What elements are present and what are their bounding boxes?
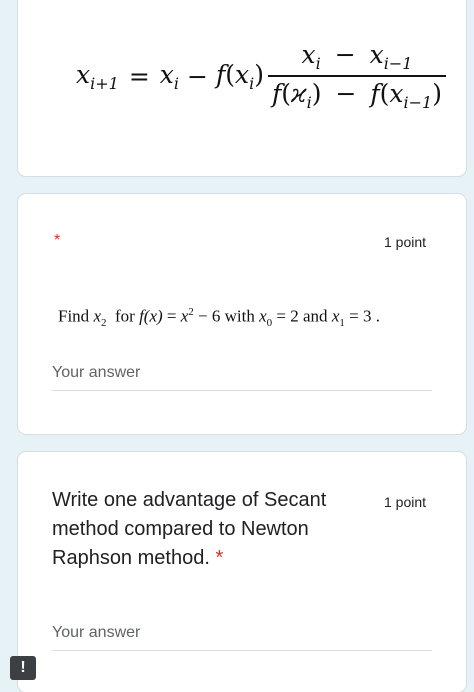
formula-minus: − <box>187 61 208 91</box>
answer-input-1[interactable]: Your answer <box>52 364 432 391</box>
question-card-2: Write one advantage of Secant method com… <box>18 452 466 692</box>
formula-xi: xi <box>159 59 179 93</box>
formula-equals: = <box>128 61 150 91</box>
required-asterisk: * <box>54 232 61 249</box>
formula-lhs: xi+1 <box>76 59 119 93</box>
question-card-1: * 1 point Find x2 for f(x) = x2 − 6 with… <box>18 194 466 434</box>
fraction-denominator: f(ϰi) − f(xi−1) <box>267 75 446 112</box>
answer-input-2[interactable]: Your answer <box>52 624 432 651</box>
required-asterisk: * <box>215 547 224 569</box>
formula-fxi: f(xi) <box>215 59 264 93</box>
formula-card: xi+1 = xi − f(xi) xi − xi−1 f(ϰi) − f(xi… <box>18 0 466 176</box>
formula-fraction: xi − xi−1 f(ϰi) − f(xi−1) <box>267 40 446 112</box>
report-button[interactable]: ! <box>10 656 36 680</box>
fraction-numerator: xi − xi−1 <box>301 40 413 73</box>
question-1-text: Find x2 for f(x) = x2 − 6 with x0 = 2 an… <box>58 306 380 330</box>
points-label: 1 point <box>384 234 427 250</box>
secant-formula: xi+1 = xi − f(xi) xi − xi−1 f(ϰi) − f(xi… <box>76 40 446 112</box>
question-2-text: Write one advantage of Secant method com… <box>52 489 327 569</box>
points-label: 1 point <box>384 494 427 510</box>
